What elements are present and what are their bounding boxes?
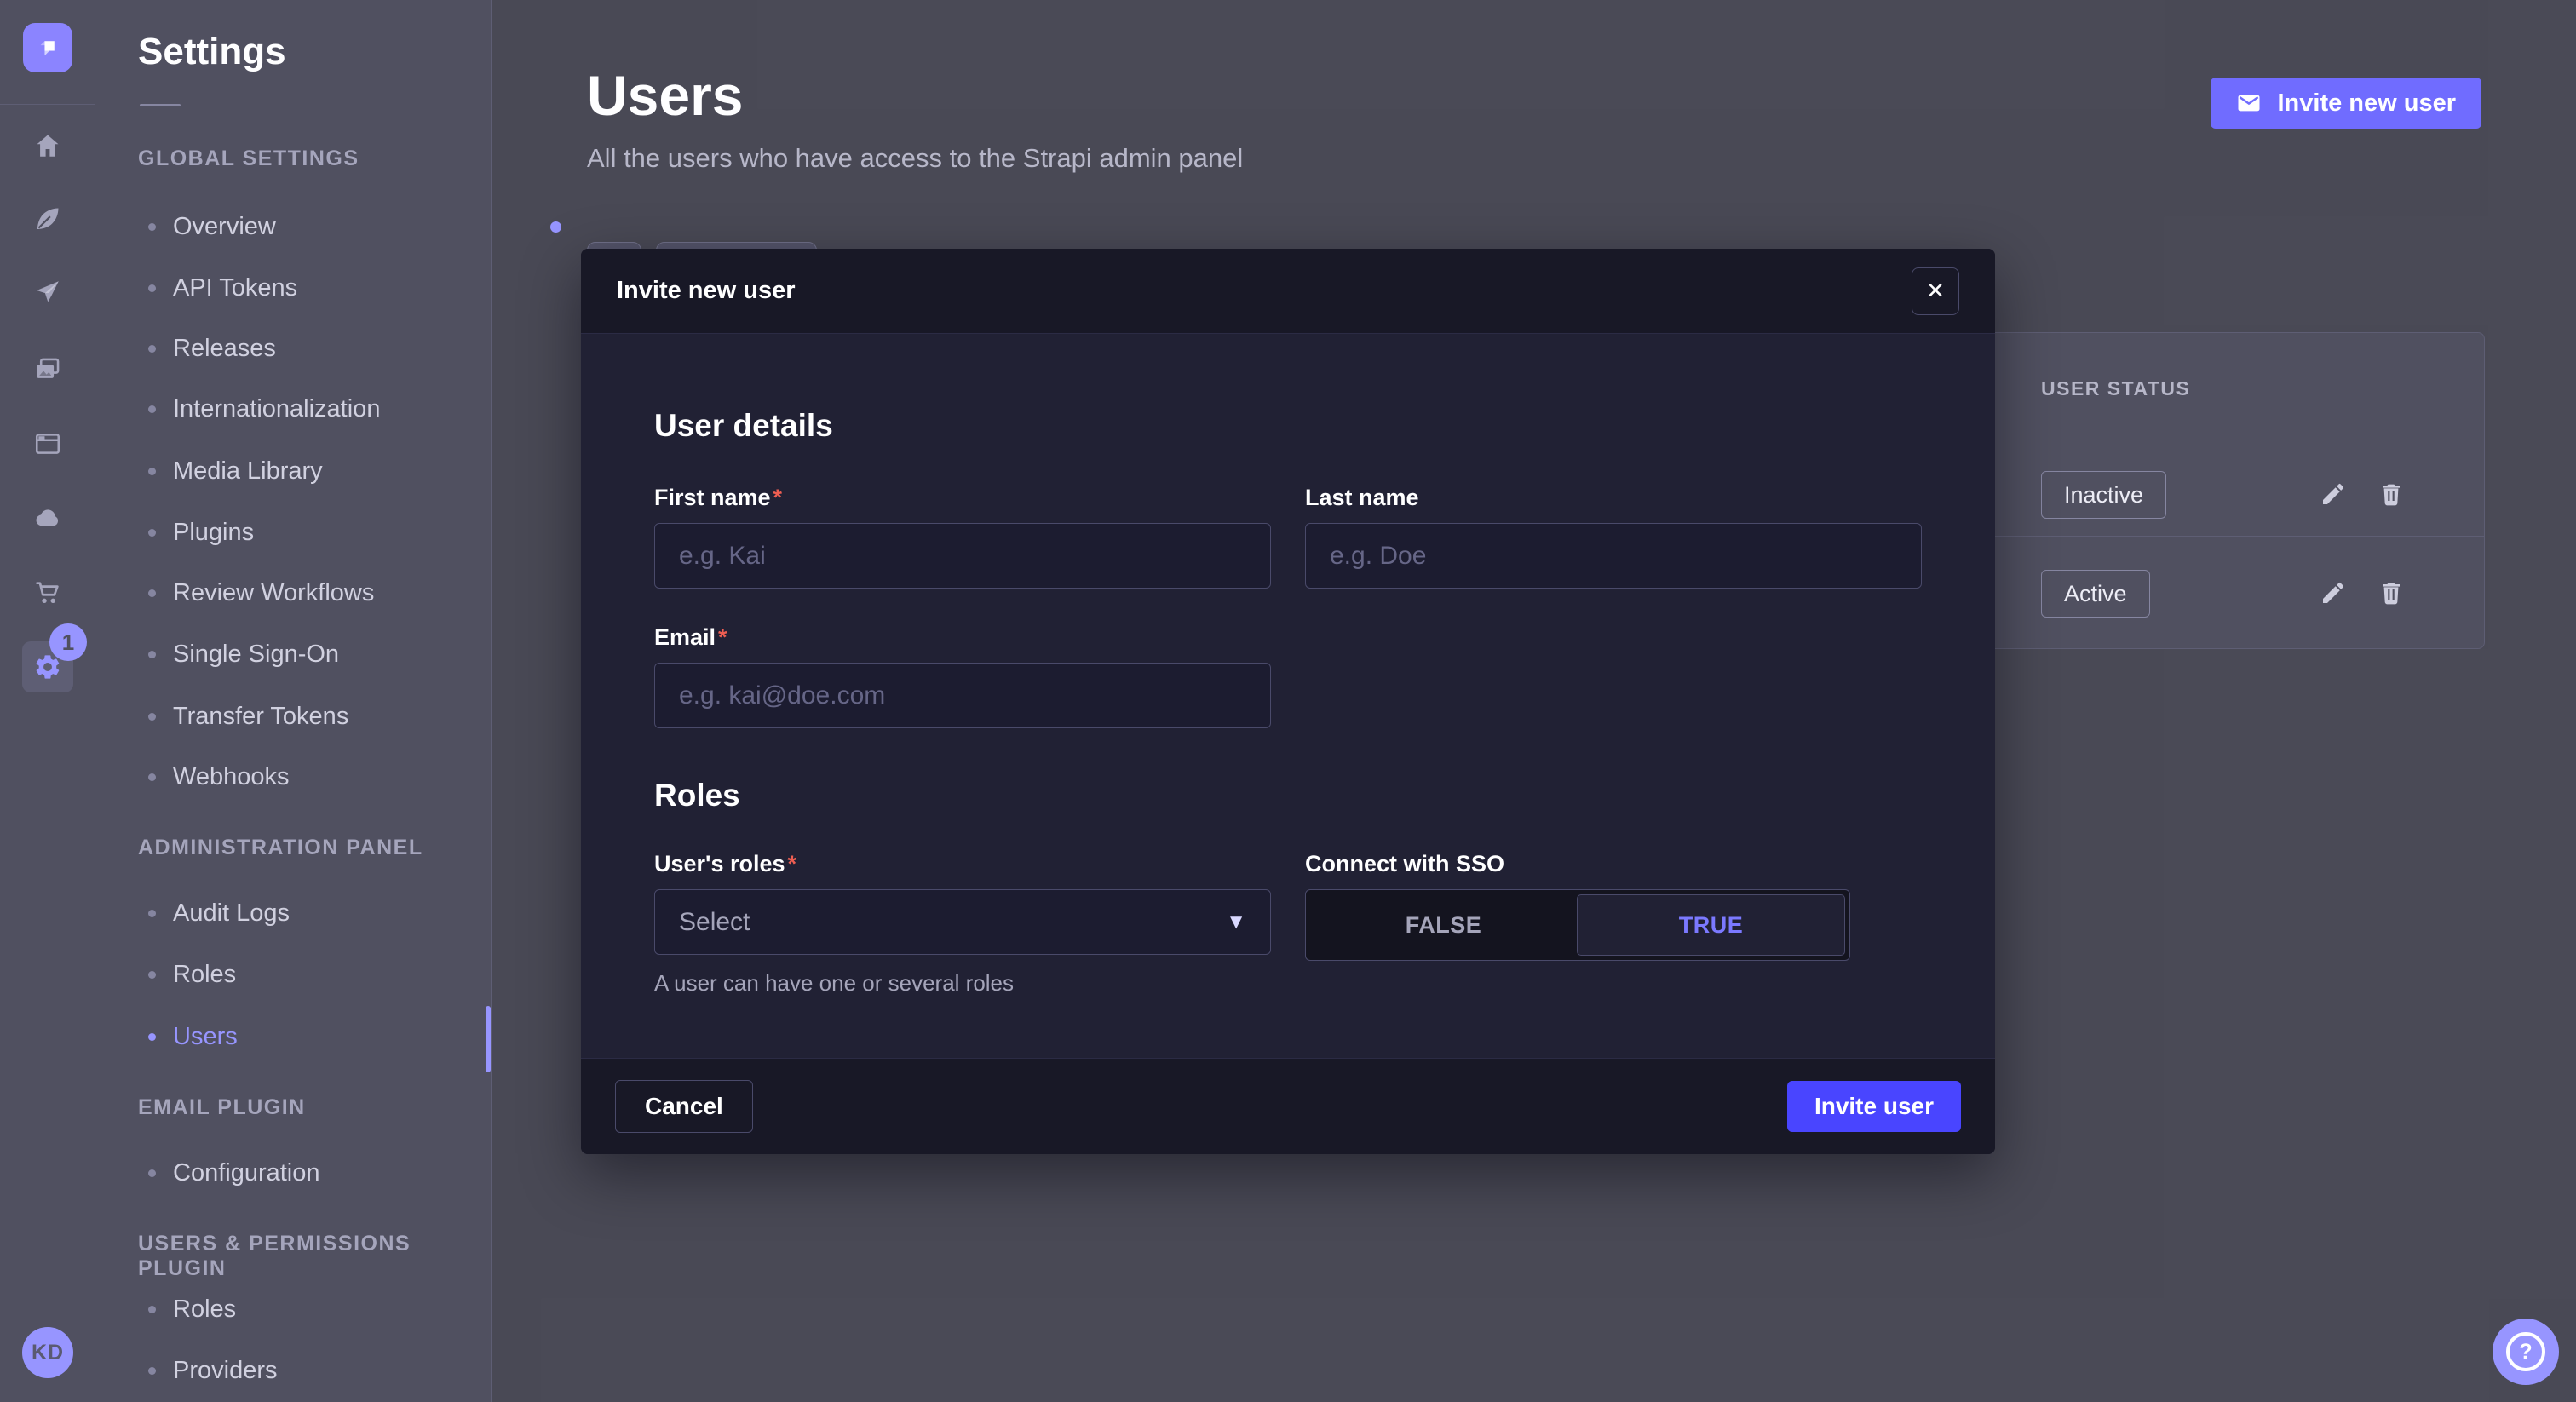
first-name-group: First name*: [654, 485, 1271, 589]
roles-heading: Roles: [654, 778, 1922, 813]
required-asterisk: *: [773, 485, 783, 510]
modal-footer: Cancel Invite user: [581, 1058, 1995, 1154]
email-group: Email*: [654, 624, 1271, 728]
close-icon: ✕: [1926, 278, 1945, 304]
user-details-heading: User details: [654, 408, 1922, 444]
users-roles-label: User's roles*: [654, 851, 1271, 877]
users-roles-group: User's roles* Select ▼ A user can have o…: [654, 851, 1271, 997]
users-roles-select[interactable]: Select ▼: [654, 889, 1271, 955]
email-field[interactable]: [654, 663, 1271, 728]
last-name-field[interactable]: [1305, 523, 1922, 589]
sso-toggle-true[interactable]: TRUE: [1577, 894, 1845, 956]
users-roles-helper: A user can have one or several roles: [654, 970, 1271, 997]
invite-user-modal: Invite new user ✕ User details First nam…: [581, 249, 1995, 1154]
sso-group: Connect with SSO FALSE TRUE: [1305, 851, 1922, 997]
first-name-label: First name*: [654, 485, 1271, 511]
sso-toggle: FALSE TRUE: [1305, 889, 1850, 961]
last-name-label: Last name: [1305, 485, 1922, 511]
modal-title: Invite new user: [617, 277, 796, 305]
email-label: Email*: [654, 624, 1271, 651]
first-name-field[interactable]: [654, 523, 1271, 589]
modal-header: Invite new user ✕: [581, 249, 1995, 334]
chevron-down-icon: ▼: [1226, 911, 1246, 934]
required-asterisk: *: [718, 624, 727, 650]
required-asterisk: *: [788, 851, 797, 876]
cancel-button[interactable]: Cancel: [615, 1080, 753, 1133]
close-button[interactable]: ✕: [1912, 267, 1959, 315]
last-name-group: Last name: [1305, 485, 1922, 589]
select-value: Select: [679, 908, 750, 937]
invite-user-submit-button[interactable]: Invite user: [1787, 1081, 1961, 1132]
sso-label: Connect with SSO: [1305, 851, 1922, 877]
sso-toggle-false[interactable]: FALSE: [1310, 894, 1577, 956]
